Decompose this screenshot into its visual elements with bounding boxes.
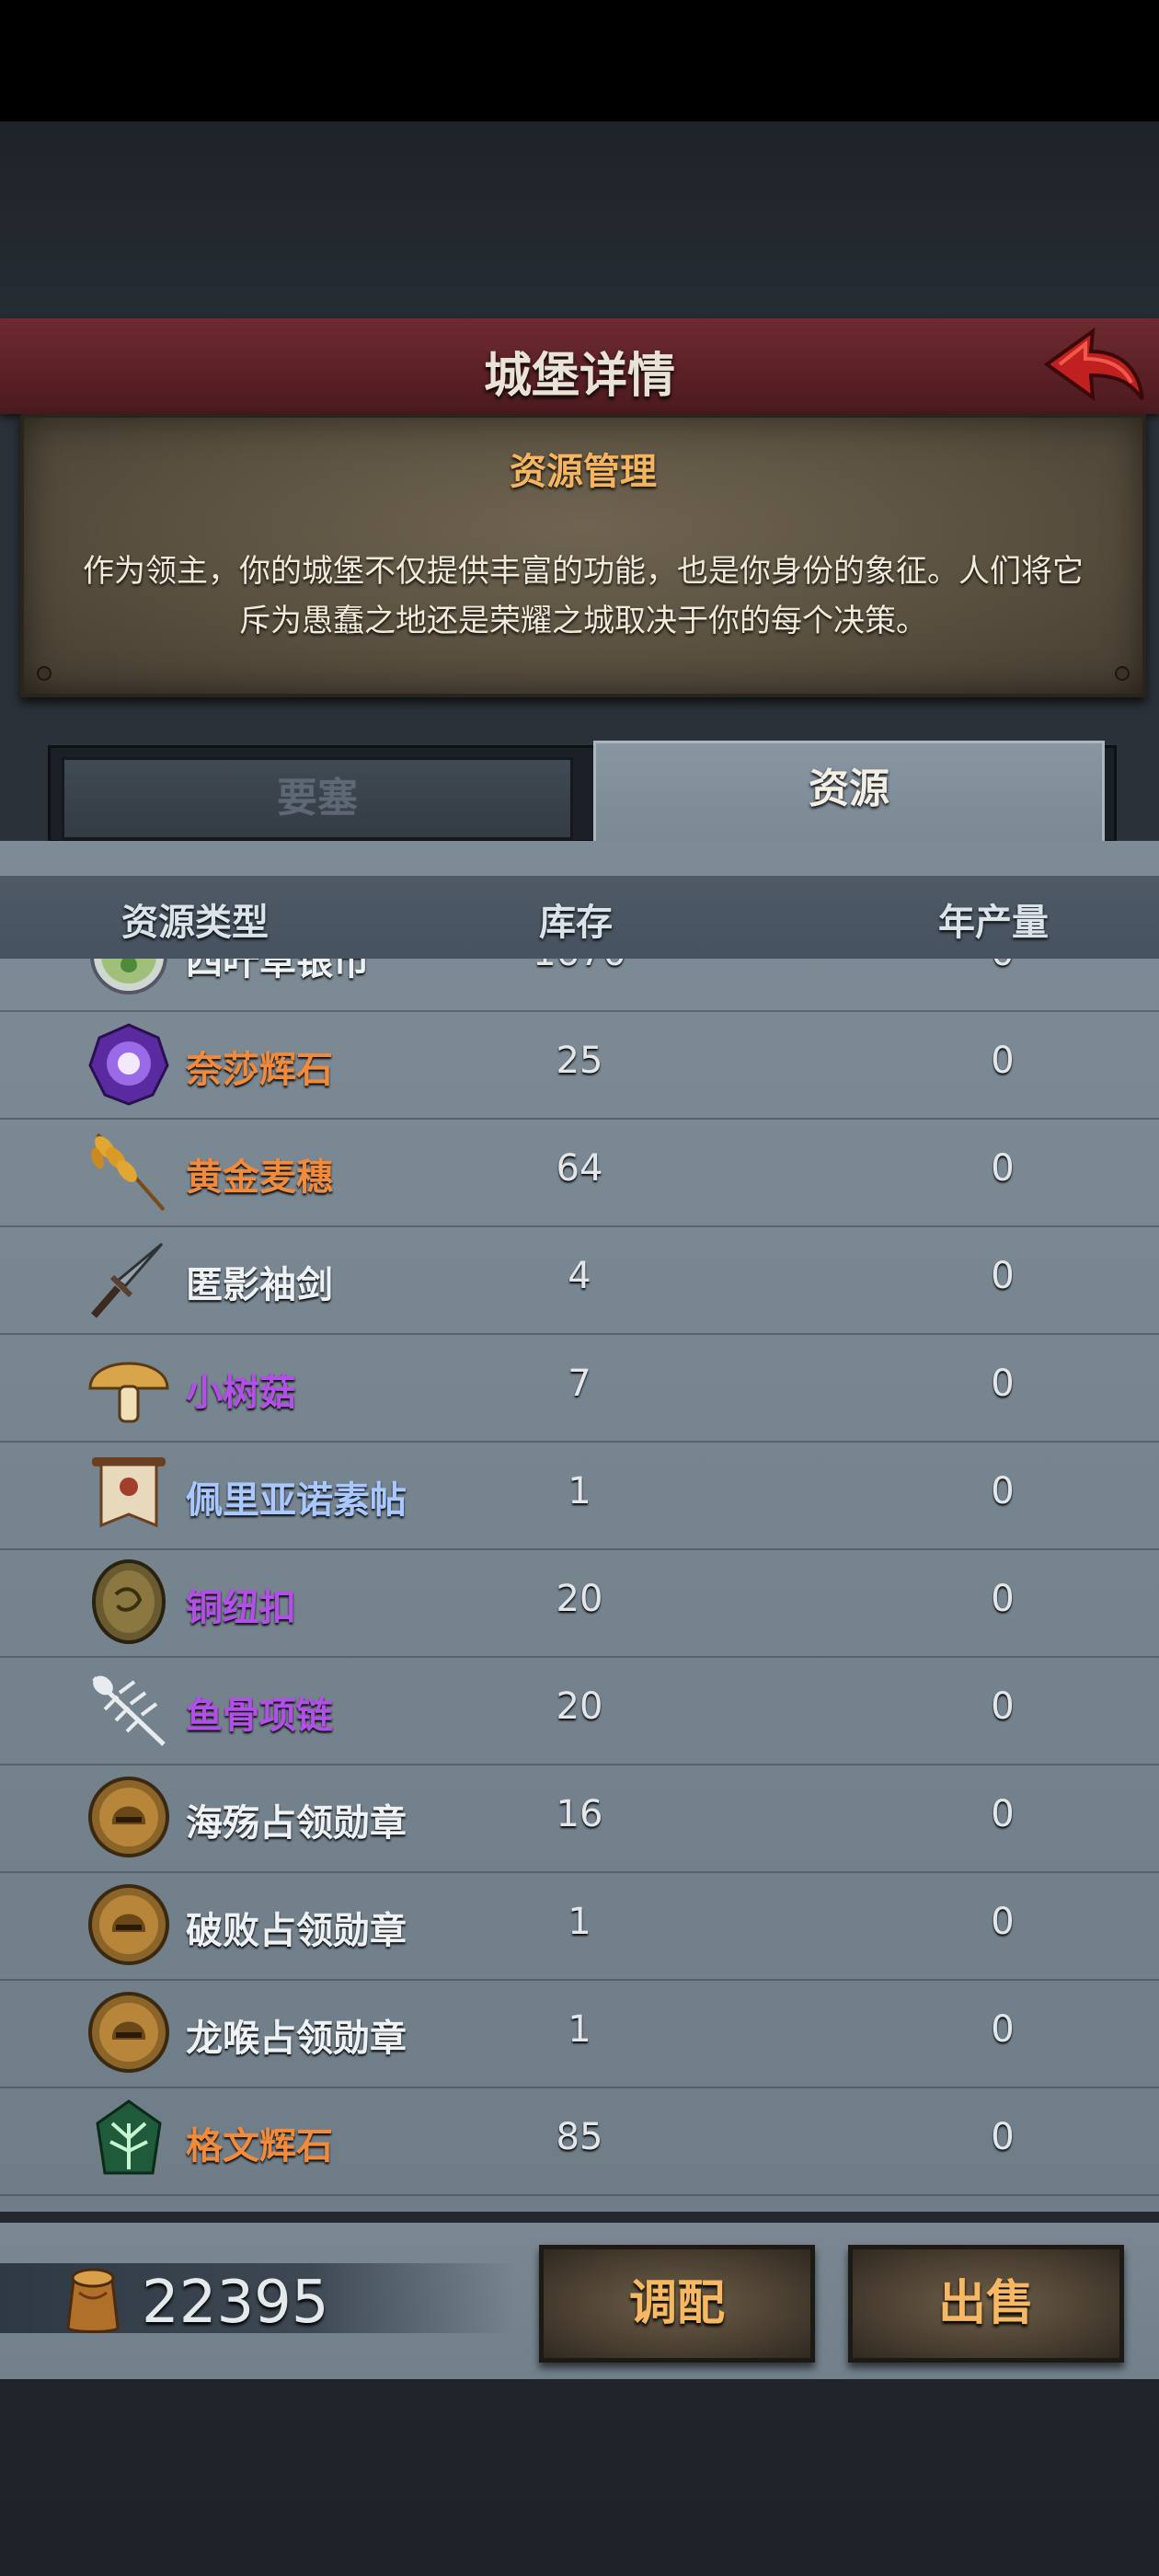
item-yearly: 0 <box>991 1040 1015 1082</box>
list-item[interactable]: 四叶草银币 1670 0 <box>0 959 1159 1012</box>
item-stock: 25 <box>556 1040 603 1082</box>
tab-resources[interactable]: 资源 <box>593 741 1105 849</box>
fishbone-icon <box>92 1675 166 1746</box>
mushroom-icon <box>88 1362 169 1423</box>
banner-scroll-icon <box>92 1457 166 1528</box>
item-name: 破败占领勋章 <box>186 1910 407 1952</box>
column-yearly: 年产量 <box>938 902 1049 944</box>
item-yearly: 0 <box>991 1470 1015 1512</box>
copper-button-icon <box>92 1559 166 1644</box>
rivet <box>37 666 52 681</box>
item-yearly: 0 <box>991 1147 1015 1190</box>
list-item[interactable]: 海殇占领勋章 16 0 <box>0 1764 1159 1873</box>
list-item[interactable]: 小树菇 7 0 <box>0 1333 1159 1443</box>
back-button[interactable] <box>1039 324 1148 408</box>
list-item[interactable]: 黄金麦穗 64 0 <box>0 1118 1159 1227</box>
item-name: 铜纽扣 <box>186 1587 296 1629</box>
wheat-icon <box>91 1133 166 1212</box>
column-stock: 库存 <box>539 902 613 944</box>
item-stock: 1 <box>568 1901 591 1943</box>
resource-list[interactable]: 四叶草银币 1670 0 奈莎辉石 25 0 黄金麦穗 64 0 <box>0 959 1159 2202</box>
sell-button[interactable]: 出售 <box>848 2245 1124 2363</box>
item-yearly: 0 <box>991 1793 1015 1835</box>
item-stock: 1 <box>568 1470 591 1512</box>
item-name: 海殇占领勋章 <box>186 1802 407 1845</box>
item-name: 四叶草银币 <box>186 959 370 983</box>
info-panel: 资源管理 作为领主，你的城堡不仅提供丰富的功能，也是你身份的象征。人们将它斥为愚… <box>20 414 1146 697</box>
list-item[interactable]: 格文辉石 85 0 <box>0 2087 1159 2196</box>
item-stock: 20 <box>556 1578 603 1620</box>
info-title: 资源管理 <box>510 451 657 493</box>
grain-sack-icon <box>66 2268 120 2333</box>
item-yearly: 0 <box>991 1685 1015 1728</box>
item-stock: 85 <box>556 2116 603 2158</box>
list-item[interactable]: 匿影袖剑 4 0 <box>0 1225 1159 1335</box>
info-description: 作为领主，你的城堡不仅提供丰富的功能，也是你身份的象征。人们将它斥为愚蠢之地还是… <box>83 553 1084 639</box>
item-yearly: 0 <box>991 1578 1015 1620</box>
gold-amount: 22395 <box>142 2269 329 2337</box>
item-name: 鱼骨项链 <box>186 1695 333 1737</box>
item-stock: 1670 <box>515 959 644 974</box>
list-item[interactable]: 佩里亚诺素帖 1 0 <box>0 1441 1159 1550</box>
back-arrow-icon <box>1043 327 1144 402</box>
purple-gem-icon <box>88 1023 169 1106</box>
list-item[interactable]: 奈莎辉石 25 0 <box>0 1010 1159 1120</box>
clover-coin-icon <box>90 959 167 995</box>
title-bar: 城堡详情 <box>0 318 1159 414</box>
item-yearly: 0 <box>991 1901 1015 1943</box>
item-stock: 16 <box>556 1793 603 1835</box>
item-stock: 20 <box>556 1685 603 1728</box>
tab-bar: 要塞 资源 <box>48 741 1117 849</box>
list-item[interactable]: 破败占领勋章 1 0 <box>0 1871 1159 1981</box>
allocate-button[interactable]: 调配 <box>539 2245 815 2363</box>
list-item[interactable]: 龙喉占领勋章 1 0 <box>0 1979 1159 2088</box>
item-name: 奈莎辉石 <box>186 1049 333 1091</box>
item-yearly: 0 <box>991 2116 1015 2158</box>
item-name: 佩里亚诺素帖 <box>186 1479 407 1522</box>
item-yearly: 0 <box>991 1255 1015 1297</box>
table-header: 资源类型 库存 年产量 <box>0 876 1159 959</box>
item-stock: 4 <box>568 1255 591 1297</box>
item-stock: 1 <box>568 2008 591 2051</box>
item-stock: 7 <box>568 1363 591 1405</box>
item-stock: 64 <box>556 1147 603 1190</box>
rivet <box>1115 666 1130 681</box>
green-tree-stone-icon <box>96 2099 162 2175</box>
helmet-medal-icon <box>88 1992 169 2073</box>
item-yearly: 0 <box>991 1363 1015 1405</box>
item-name: 格文辉石 <box>186 2125 333 2168</box>
item-name: 黄金麦穗 <box>186 1156 333 1199</box>
item-yearly: 0 <box>991 2008 1015 2051</box>
page-title: 城堡详情 <box>483 349 675 404</box>
column-type: 资源类型 <box>121 902 269 944</box>
tab-fortress[interactable]: 要塞 <box>62 757 573 840</box>
dagger-icon <box>90 1242 164 1318</box>
list-item[interactable]: 铜纽扣 20 0 <box>0 1548 1159 1658</box>
list-item[interactable]: 鱼骨项链 20 0 <box>0 1656 1159 1765</box>
item-name: 龙喉占领勋章 <box>186 2018 407 2060</box>
helmet-medal-icon <box>88 1884 169 1965</box>
item-yearly: 0 <box>938 959 1067 974</box>
helmet-medal-icon <box>88 1777 169 1857</box>
item-name: 匿影袖剑 <box>186 1264 333 1306</box>
item-name: 小树菇 <box>186 1372 296 1414</box>
